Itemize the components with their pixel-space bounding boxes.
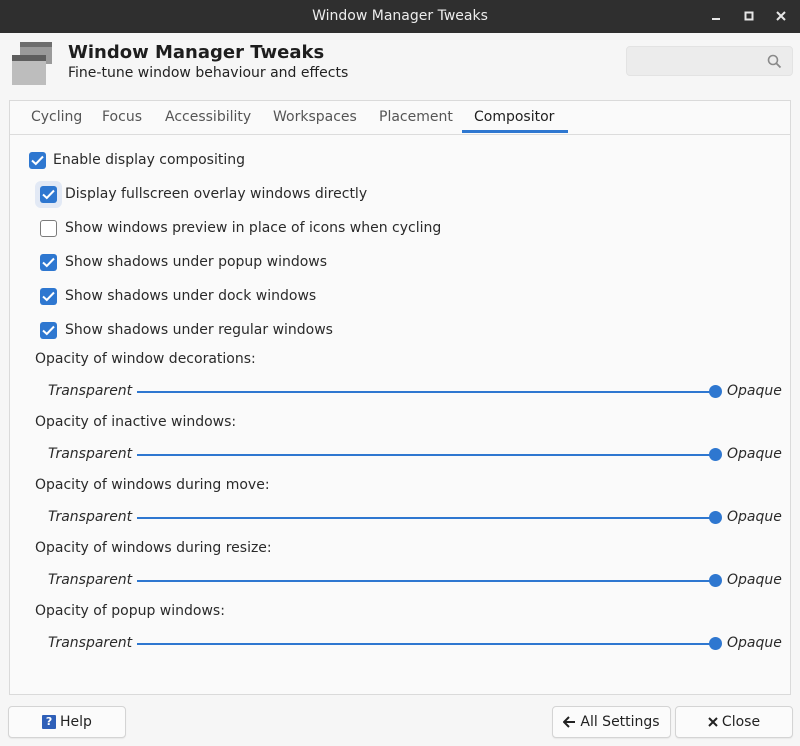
minimize-button[interactable] <box>705 6 727 28</box>
popup-shadows-label[interactable]: Show shadows under popup windows <box>65 254 327 270</box>
dock-shadows-label[interactable]: Show shadows under dock windows <box>65 288 316 304</box>
regular-shadows-checkbox[interactable] <box>40 322 57 339</box>
tab-workspaces[interactable]: Workspaces <box>273 109 357 125</box>
window-title: Window Manager Tweaks <box>312 8 488 24</box>
slider-handle-resize[interactable] <box>708 574 722 587</box>
checkmark-icon <box>42 291 55 302</box>
title-bar: Window Manager Tweaks <box>0 0 800 33</box>
help-button[interactable]: ? Help <box>8 706 126 738</box>
checkmark-icon <box>42 189 55 200</box>
tab-focus[interactable]: Focus <box>102 109 142 125</box>
search-input[interactable] <box>633 51 767 73</box>
page-title: Window Manager Tweaks <box>68 42 325 63</box>
slider-min-label: Transparent <box>48 383 133 399</box>
slider-label-inactive: Opacity of inactive windows: <box>35 414 237 430</box>
close-button-label: Close <box>721 714 761 730</box>
fullscreen-overlay-label[interactable]: Display fullscreen overlay windows direc… <box>65 186 367 202</box>
search-icon[interactable] <box>767 54 782 69</box>
close-button[interactable]: Close <box>675 706 793 738</box>
slider-track-popup[interactable] <box>137 643 715 645</box>
tab-placement[interactable]: Placement <box>379 109 453 125</box>
slider-max-label: Opaque <box>727 572 782 588</box>
slider-track-move[interactable] <box>137 517 715 519</box>
close-icon <box>708 717 718 727</box>
slider-handle-decorations[interactable] <box>708 385 722 398</box>
page-subtitle: Fine-tune window behaviour and effects <box>68 65 349 81</box>
slider-track-decorations[interactable] <box>137 391 715 393</box>
help-button-label: Help <box>60 714 92 730</box>
slider-max-label: Opaque <box>727 635 782 651</box>
maximize-icon <box>744 11 754 21</box>
slider-label-move: Opacity of windows during move: <box>35 477 270 493</box>
popup-shadows-checkbox[interactable] <box>40 254 57 271</box>
slider-max-label: Opaque <box>727 509 782 525</box>
close-icon <box>776 11 786 21</box>
slider-handle-move[interactable] <box>708 511 722 524</box>
slider-min-label: Transparent <box>48 446 133 462</box>
help-icon: ? <box>42 715 57 729</box>
slider-max-label: Opaque <box>727 383 782 399</box>
tab-cycling[interactable]: Cycling <box>31 109 82 125</box>
dialog-header: Window Manager Tweaks Fine-tune window b… <box>0 33 800 96</box>
slider-min-label: Transparent <box>48 509 133 525</box>
regular-shadows-label[interactable]: Show shadows under regular windows <box>65 322 333 338</box>
slider-handle-popup[interactable] <box>708 637 722 650</box>
arrow-left-icon <box>563 716 576 728</box>
checkmark-icon <box>42 325 55 336</box>
search-box[interactable] <box>626 46 793 76</box>
tab-compositor[interactable]: Compositor <box>474 109 554 125</box>
fullscreen-overlay-checkbox[interactable] <box>40 186 57 203</box>
enable-compositing-checkbox[interactable] <box>29 152 46 169</box>
slider-max-label: Opaque <box>727 446 782 462</box>
active-tab-indicator <box>462 130 568 133</box>
checkmark-icon <box>31 155 44 166</box>
dock-shadows-checkbox[interactable] <box>40 288 57 305</box>
tab-bar: Cycling Focus Accessibility Workspaces P… <box>10 101 790 135</box>
windows-preview-label[interactable]: Show windows preview in place of icons w… <box>65 220 441 236</box>
checkmark-icon <box>42 257 55 268</box>
tab-accessibility[interactable]: Accessibility <box>165 109 251 125</box>
window-manager-icon <box>12 42 52 85</box>
all-settings-button[interactable]: All Settings <box>552 706 671 738</box>
windows-preview-checkbox[interactable] <box>40 220 57 237</box>
settings-panel: Cycling Focus Accessibility Workspaces P… <box>9 100 791 695</box>
slider-handle-inactive[interactable] <box>708 448 722 461</box>
minimize-icon <box>712 18 720 20</box>
all-settings-button-label: All Settings <box>580 714 660 730</box>
close-window-button[interactable] <box>770 6 792 28</box>
slider-label-popup: Opacity of popup windows: <box>35 603 225 619</box>
enable-compositing-label[interactable]: Enable display compositing <box>53 152 245 168</box>
slider-label-resize: Opacity of windows during resize: <box>35 540 272 556</box>
slider-min-label: Transparent <box>48 635 133 651</box>
slider-min-label: Transparent <box>48 572 133 588</box>
slider-label-decorations: Opacity of window decorations: <box>35 351 256 367</box>
slider-track-inactive[interactable] <box>137 454 715 456</box>
slider-track-resize[interactable] <box>137 580 715 582</box>
maximize-button[interactable] <box>738 6 760 28</box>
